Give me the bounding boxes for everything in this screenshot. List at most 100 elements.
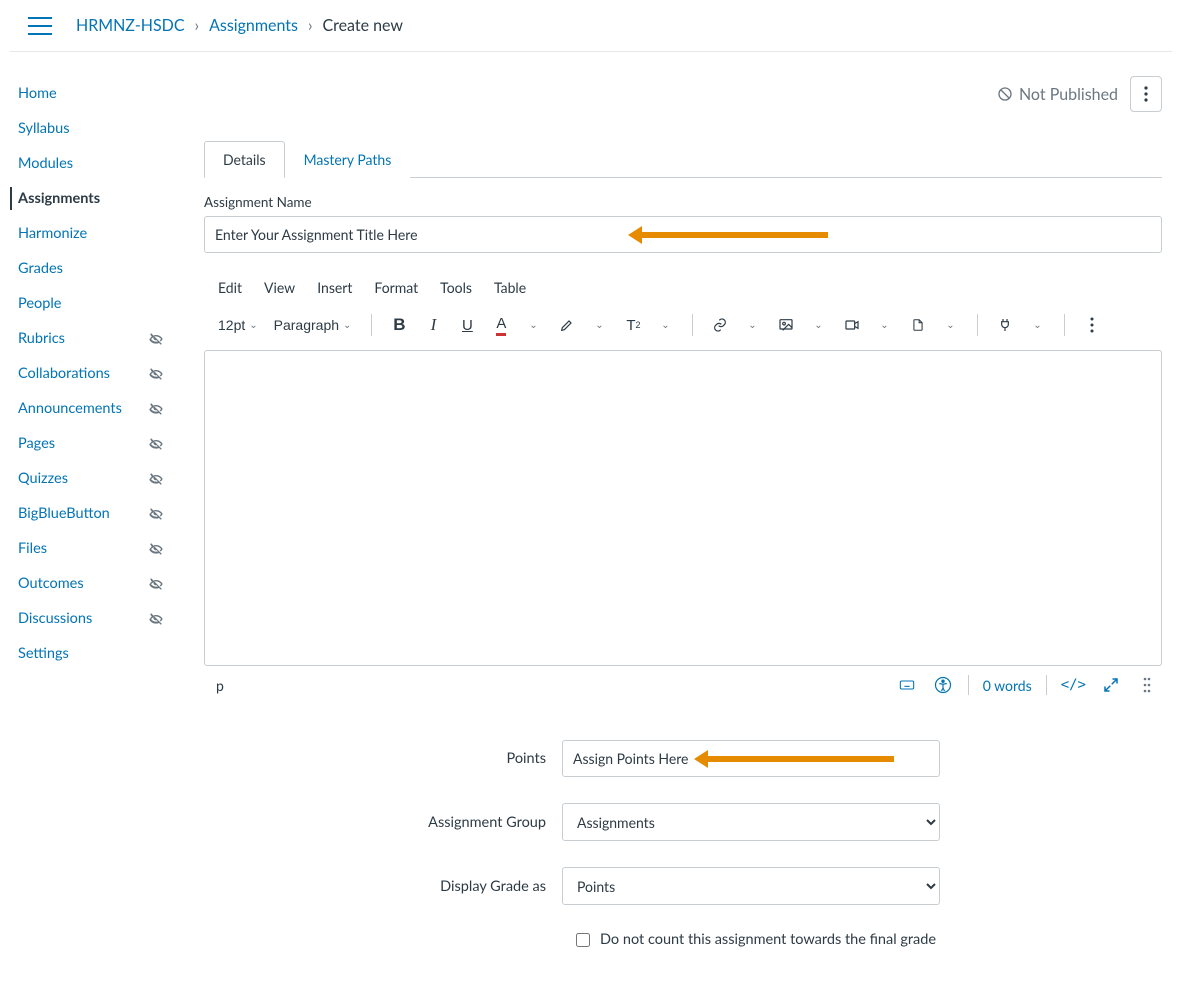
display-grade-select[interactable]: Points [562,867,940,905]
sidebar-item: Files [0,531,176,566]
rce-element-path[interactable]: p [216,677,224,694]
document-dropdown[interactable]: ⌄ [935,310,965,340]
omit-from-final-grade-checkbox[interactable] [576,933,590,947]
assignment-name-label: Assignment Name [204,194,1162,210]
assignment-group-select[interactable]: Assignments [562,803,940,841]
apps-button[interactable] [990,310,1020,340]
sidebar-item-people[interactable]: People [0,286,176,321]
hidden-icon [148,471,164,487]
hidden-icon [148,366,164,382]
text-color-button[interactable]: A [486,310,516,340]
link-dropdown[interactable]: ⌄ [737,310,767,340]
sidebar-item-label: People [18,295,61,312]
rce-menu-tools[interactable]: Tools [440,279,472,296]
rce-menu-table[interactable]: Table [494,279,526,296]
sidebar-item-label: Files [18,540,47,557]
hidden-icon [148,576,164,592]
media-dropdown[interactable]: ⌄ [869,310,899,340]
sidebar-item-files[interactable]: Files [0,531,176,566]
chevron-down-icon: ⌄ [339,320,355,331]
chevron-right-icon: › [195,16,200,35]
rce-menu-format[interactable]: Format [374,279,418,296]
block-format-dropdown[interactable]: Paragraph⌄ [270,310,360,340]
omit-from-final-grade-label: Do not count this assignment towards the… [600,931,936,948]
hidden-icon [148,506,164,522]
sidebar-item-harmonize[interactable]: Harmonize [0,216,176,251]
sidebar-item-discussions[interactable]: Discussions [0,601,176,636]
sidebar-item-outcomes[interactable]: Outcomes [0,566,176,601]
sidebar-item: Syllabus [0,111,176,146]
sidebar-item: Home [0,76,176,111]
breadcrumb: HRMNZ-HSDC › Assignments › Create new [76,16,403,35]
apps-dropdown[interactable]: ⌄ [1022,310,1052,340]
accessibility-checker-button[interactable] [932,674,954,696]
text-color-dropdown[interactable]: ⌄ [518,310,548,340]
highlighter-icon [559,317,575,333]
drag-handle-icon [1143,677,1151,693]
rce-menu-edit[interactable]: Edit [218,279,242,296]
sidebar-item-label: Announcements [18,400,122,417]
document-button[interactable] [903,310,933,340]
hidden-icon [148,436,164,452]
more-toolbar-button[interactable] [1077,310,1107,340]
toolbar-divider [977,314,978,336]
sidebar-item-bigbluebutton[interactable]: BigBlueButton [0,496,176,531]
image-dropdown[interactable]: ⌄ [803,310,833,340]
rce-menu-view[interactable]: View [264,279,295,296]
tab-details[interactable]: Details [204,141,285,178]
sidebar-item: Grades [0,251,176,286]
word-count[interactable]: 0 words [983,677,1032,694]
link-icon [712,317,728,333]
divider [1046,675,1047,695]
sidebar-item-label: Settings [18,645,69,662]
sidebar-item-quizzes[interactable]: Quizzes [0,461,176,496]
bold-button[interactable]: B [384,310,414,340]
superscript-button[interactable]: T2 [618,310,648,340]
sidebar-item-announcements[interactable]: Announcements [0,391,176,426]
keyboard-icon [897,677,917,693]
sidebar-item-rubrics[interactable]: Rubrics [0,321,176,356]
assignment-group-label: Assignment Group [204,814,562,831]
italic-button[interactable]: I [418,310,448,340]
sidebar-item-modules[interactable]: Modules [0,146,176,181]
fullscreen-button[interactable] [1100,674,1122,696]
image-icon [778,317,794,333]
html-editor-button[interactable]: </> [1061,674,1086,696]
sidebar-item: Quizzes [0,461,176,496]
sidebar-item-label: Assignments [18,190,100,207]
sidebar-item-settings[interactable]: Settings [0,636,176,671]
breadcrumb-course[interactable]: HRMNZ-HSDC [76,16,185,35]
tab-mastery-paths[interactable]: Mastery Paths [285,141,411,178]
sidebar-item-label: Home [18,85,57,102]
resize-handle[interactable] [1136,674,1158,696]
rce-content-area[interactable] [204,350,1162,666]
highlight-button[interactable] [552,310,582,340]
rce-toolbar: 12pt⌄ Paragraph⌄ B I U A ⌄ ⌄ [204,306,1162,350]
more-options-button[interactable] [1130,76,1162,112]
sidebar-item-home[interactable]: Home [0,76,176,111]
highlight-dropdown[interactable]: ⌄ [584,310,614,340]
keyboard-shortcuts-button[interactable] [896,674,918,696]
sidebar-item: Rubrics [0,321,176,356]
sidebar-item-grades[interactable]: Grades [0,251,176,286]
sidebar-item-syllabus[interactable]: Syllabus [0,111,176,146]
font-size-dropdown[interactable]: 12pt⌄ [214,310,266,340]
accessibility-icon [934,676,952,694]
image-button[interactable] [771,310,801,340]
sidebar-item: Settings [0,636,176,671]
rce-menu-insert[interactable]: Insert [317,279,352,296]
hidden-icon [148,611,164,627]
superscript-dropdown[interactable]: ⌄ [650,310,680,340]
breadcrumb-section[interactable]: Assignments [209,16,298,35]
toolbar-divider [371,314,372,336]
hamburger-menu-button[interactable] [28,17,52,35]
sidebar-item-label: Syllabus [18,120,70,137]
sidebar-item-collaborations[interactable]: Collaborations [0,356,176,391]
media-button[interactable] [837,310,867,340]
kebab-icon [1090,317,1094,333]
sidebar-item-pages[interactable]: Pages [0,426,176,461]
sidebar-item-assignments[interactable]: Assignments [0,181,176,216]
toolbar-divider [1064,314,1065,336]
link-button[interactable] [705,310,735,340]
underline-button[interactable]: U [452,310,482,340]
